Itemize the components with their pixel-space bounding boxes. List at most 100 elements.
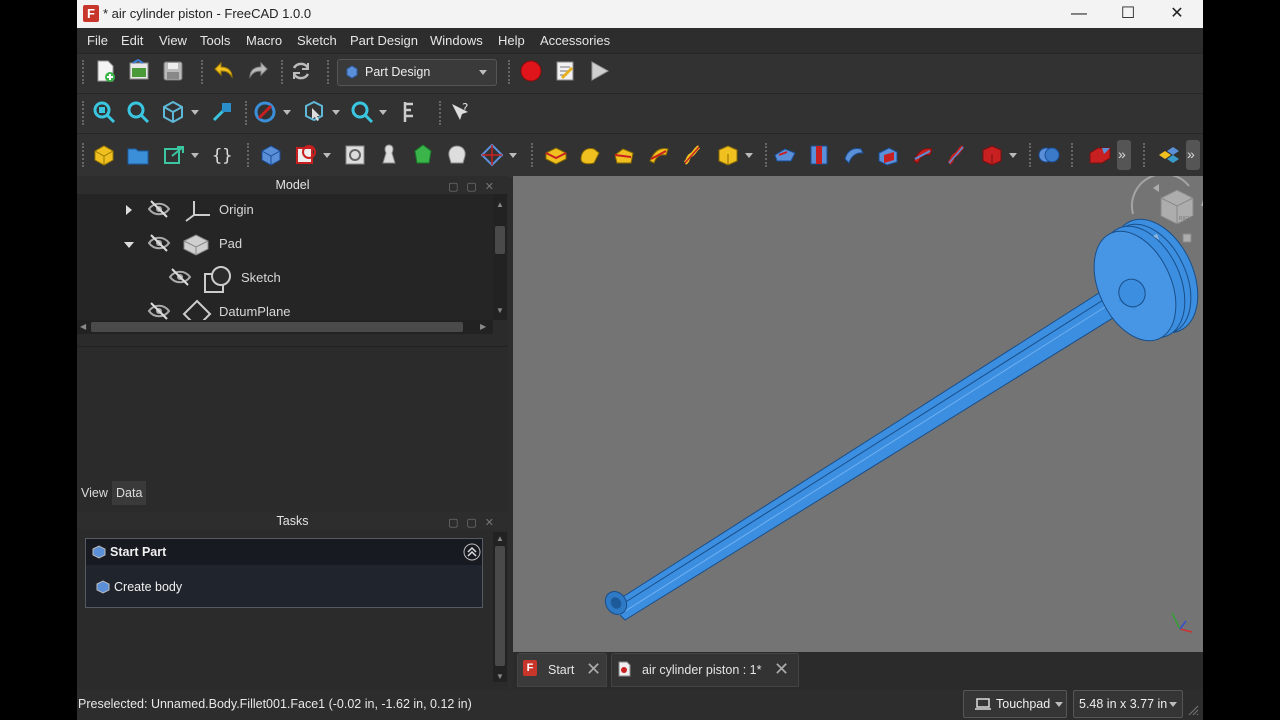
toolbar-grip[interactable] bbox=[245, 101, 250, 125]
menu-part-design[interactable]: Part Design bbox=[350, 33, 418, 48]
measure-icon[interactable] bbox=[397, 100, 421, 124]
subtractive-loft-icon[interactable] bbox=[876, 143, 900, 167]
save-icon[interactable] bbox=[161, 59, 185, 83]
create-body-link[interactable]: Create body bbox=[114, 580, 182, 594]
navigation-style-button[interactable]: Touchpad bbox=[963, 690, 1067, 718]
redo-icon[interactable] bbox=[246, 59, 270, 83]
refresh-icon[interactable] bbox=[289, 59, 313, 83]
maximize-button[interactable]: ☐ bbox=[1105, 0, 1151, 28]
toolbar-grip[interactable] bbox=[508, 60, 513, 84]
collapse-arrow-icon[interactable] bbox=[124, 240, 134, 250]
tab-data[interactable]: Data bbox=[112, 481, 147, 505]
tree-item-sketch[interactable]: Sketch bbox=[77, 263, 493, 293]
subtractive-pipe-icon[interactable] bbox=[911, 143, 935, 167]
chevron-down-icon[interactable] bbox=[379, 110, 387, 115]
close-window-button[interactable]: ✕ bbox=[1154, 0, 1200, 28]
create-link-icon[interactable] bbox=[162, 143, 186, 167]
toolbar-grip[interactable] bbox=[1143, 143, 1148, 167]
dimension-display-button[interactable]: 5.48 in x 3.77 in bbox=[1073, 690, 1183, 718]
visibility-hidden-icon[interactable] bbox=[147, 233, 171, 253]
toolbar-grip[interactable] bbox=[247, 143, 252, 167]
menu-windows[interactable]: Windows bbox=[430, 33, 483, 48]
create-shape-binder-icon[interactable] bbox=[411, 143, 435, 167]
create-group-icon[interactable] bbox=[126, 143, 150, 167]
expand-arrow-icon[interactable] bbox=[124, 205, 134, 215]
chevron-down-icon[interactable] bbox=[1009, 153, 1017, 158]
create-sketch-icon[interactable] bbox=[294, 143, 318, 167]
menu-edit[interactable]: Edit bbox=[121, 33, 143, 48]
create-clone-icon[interactable] bbox=[445, 143, 469, 167]
toolbar-grip[interactable] bbox=[82, 143, 87, 167]
close-tab-icon[interactable]: ✕ bbox=[586, 659, 601, 680]
toolbar-grip[interactable] bbox=[1071, 143, 1076, 167]
navcube-view-menu-icon[interactable] bbox=[1182, 233, 1192, 243]
menu-file[interactable]: File bbox=[87, 33, 108, 48]
chevron-down-icon[interactable] bbox=[745, 153, 753, 158]
subtractive-helix-icon[interactable] bbox=[945, 143, 969, 167]
tree-item-origin[interactable]: Origin bbox=[77, 195, 493, 225]
additive-primitive-icon[interactable] bbox=[716, 143, 740, 167]
minimize-button[interactable]: — bbox=[1056, 0, 1102, 28]
revolution-icon[interactable] bbox=[578, 143, 602, 167]
panel-window-buttons[interactable]: ▢▢✕ bbox=[448, 514, 502, 532]
chevron-down-icon[interactable] bbox=[191, 153, 199, 158]
macro-record-icon[interactable] bbox=[519, 59, 543, 83]
toolbar-grip[interactable] bbox=[327, 60, 332, 84]
tree-item-datum-plane[interactable]: DatumPlane bbox=[77, 297, 493, 320]
toolbar-overflow-button[interactable]: » bbox=[1186, 140, 1200, 170]
draw-style-icon[interactable] bbox=[253, 100, 277, 124]
close-tab-icon[interactable]: ✕ bbox=[774, 659, 789, 680]
task-box-header[interactable]: Start Part bbox=[86, 539, 482, 565]
collapse-section-icon[interactable] bbox=[463, 543, 481, 561]
toolbar-grip[interactable] bbox=[201, 60, 206, 84]
toolbar-grip[interactable] bbox=[281, 60, 286, 84]
zoom-icon[interactable] bbox=[350, 100, 374, 124]
tab-view[interactable]: View bbox=[77, 481, 112, 505]
menu-sketch[interactable]: Sketch bbox=[297, 33, 337, 48]
chevron-down-icon[interactable] bbox=[191, 110, 199, 115]
menu-accessories[interactable]: Accessories bbox=[540, 33, 610, 48]
visibility-hidden-icon[interactable] bbox=[147, 199, 171, 219]
toolbar-grip[interactable] bbox=[531, 143, 536, 167]
resize-grip-icon[interactable] bbox=[1187, 704, 1199, 716]
undo-icon[interactable] bbox=[212, 59, 236, 83]
toolbar-grip[interactable] bbox=[82, 101, 87, 125]
assembly-icon[interactable] bbox=[1157, 143, 1181, 167]
tab-air-cylinder-piston[interactable]: air cylinder piston : 1* ✕ bbox=[611, 653, 799, 687]
additive-helix-icon[interactable] bbox=[681, 143, 705, 167]
pocket-icon[interactable] bbox=[773, 143, 797, 167]
menu-view[interactable]: View bbox=[159, 33, 187, 48]
toolbar-overflow-button[interactable]: » bbox=[1117, 140, 1131, 170]
scroll-up-arrow-icon[interactable]: ▲ bbox=[496, 200, 504, 209]
groove-icon[interactable] bbox=[842, 143, 866, 167]
chevron-down-icon[interactable] bbox=[332, 110, 340, 115]
toolbar-grip[interactable] bbox=[439, 101, 444, 125]
toolbar-grip[interactable] bbox=[765, 143, 770, 167]
create-datum-plane-icon[interactable] bbox=[480, 143, 504, 167]
tree-scroll-thumb[interactable] bbox=[495, 226, 505, 254]
workbench-selector[interactable]: Part Design bbox=[337, 59, 497, 86]
scroll-up-arrow-icon[interactable]: ▲ bbox=[496, 534, 504, 543]
scroll-down-arrow-icon[interactable]: ▼ bbox=[496, 306, 504, 315]
create-body-icon[interactable] bbox=[259, 143, 283, 167]
visibility-hidden-icon[interactable] bbox=[147, 301, 171, 320]
menu-help[interactable]: Help bbox=[498, 33, 525, 48]
create-variable-set-icon[interactable]: {} bbox=[210, 143, 234, 167]
scroll-right-arrow-icon[interactable]: ▶ bbox=[480, 322, 486, 331]
hole-icon[interactable] bbox=[807, 143, 831, 167]
fit-all-icon[interactable] bbox=[92, 100, 116, 124]
validate-sketch-icon[interactable] bbox=[343, 143, 367, 167]
whats-this-icon[interactable]: ? bbox=[448, 100, 472, 124]
menu-macro[interactable]: Macro bbox=[246, 33, 282, 48]
scroll-left-arrow-icon[interactable]: ◀ bbox=[80, 322, 86, 331]
additive-pipe-icon[interactable] bbox=[647, 143, 671, 167]
subtractive-primitive-icon[interactable] bbox=[980, 143, 1004, 167]
open-document-icon[interactable] bbox=[127, 58, 151, 83]
chevron-down-icon[interactable] bbox=[323, 153, 331, 158]
bounding-box-icon[interactable] bbox=[210, 100, 234, 124]
new-document-icon[interactable] bbox=[93, 59, 117, 83]
isometric-view-icon[interactable] bbox=[161, 100, 185, 124]
toolbar-grip[interactable] bbox=[1029, 143, 1034, 167]
scroll-down-arrow-icon[interactable]: ▼ bbox=[496, 672, 504, 681]
macro-edit-icon[interactable] bbox=[553, 59, 577, 83]
